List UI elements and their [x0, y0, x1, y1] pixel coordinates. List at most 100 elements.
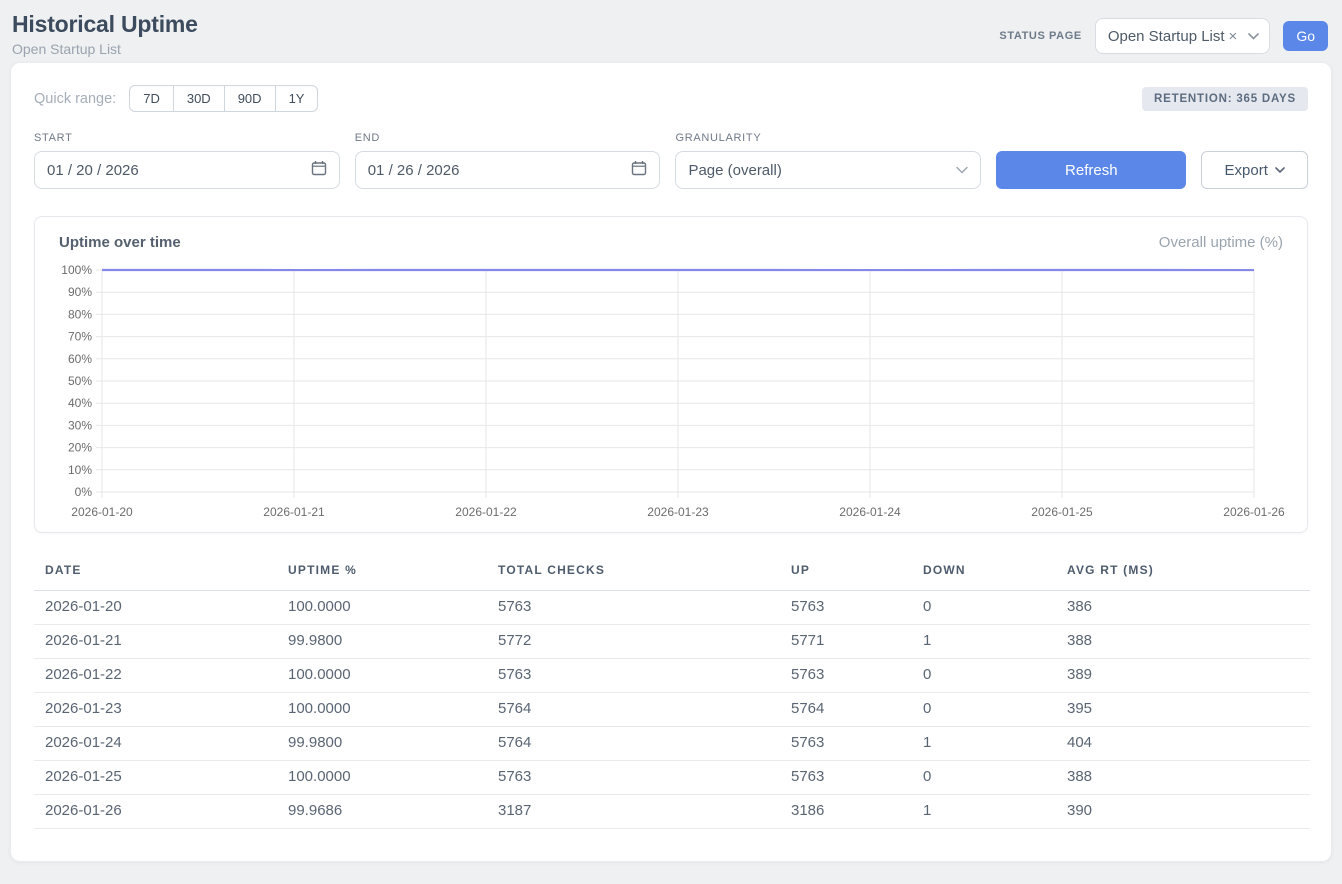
table-cell: 2026-01-24	[34, 727, 277, 761]
chevron-down-icon	[956, 166, 968, 174]
main-panel: Quick range: 7D 30D 90D 1Y RETENTION: 36…	[10, 62, 1332, 862]
table-cell: 5763	[487, 761, 780, 795]
svg-text:2026-01-26: 2026-01-26	[1223, 505, 1285, 519]
table-cell: 3186	[780, 795, 912, 829]
calendar-icon[interactable]	[311, 160, 327, 180]
table-row: 2026-01-20100.0000576357630386	[34, 591, 1310, 625]
table-row: 2026-01-2499.9800576457631404	[34, 727, 1310, 761]
table-row: 2026-01-25100.0000576357630388	[34, 761, 1310, 795]
column-header-avg-rt: AVG RT (MS)	[1056, 557, 1310, 591]
svg-text:2026-01-21: 2026-01-21	[263, 505, 325, 519]
svg-text:2026-01-20: 2026-01-20	[71, 505, 133, 519]
table-cell: 2026-01-22	[34, 659, 277, 693]
end-field: END 01 / 26 / 2026	[355, 132, 661, 189]
svg-text:90%: 90%	[68, 285, 92, 299]
chart-legend: Overall uptime (%)	[1159, 234, 1283, 251]
svg-text:0%: 0%	[75, 485, 93, 499]
end-date-value: 01 / 26 / 2026	[368, 162, 460, 179]
table-cell: 5764	[487, 727, 780, 761]
svg-text:40%: 40%	[68, 396, 92, 410]
go-button[interactable]: Go	[1283, 21, 1328, 51]
table-cell: 99.9686	[277, 795, 487, 829]
status-page-select[interactable]: Open Startup List ×	[1095, 18, 1271, 54]
granularity-label: GRANULARITY	[675, 132, 981, 144]
uptime-chart-card: Uptime over time Overall uptime (%) 0% 10…	[34, 216, 1308, 533]
svg-text:80%: 80%	[68, 307, 92, 321]
chevron-down-icon	[1275, 167, 1285, 174]
svg-text:100%: 100%	[61, 263, 92, 277]
start-date-value: 01 / 20 / 2026	[47, 162, 139, 179]
calendar-icon[interactable]	[631, 160, 647, 180]
retention-badge: RETENTION: 365 DAYS	[1142, 87, 1308, 111]
svg-text:10%: 10%	[68, 463, 92, 477]
table-cell: 2026-01-25	[34, 761, 277, 795]
granularity-value: Page (overall)	[688, 162, 781, 179]
table-cell: 0	[912, 693, 1056, 727]
column-header-down: DOWN	[912, 557, 1056, 591]
table-row: 2026-01-22100.0000576357630389	[34, 659, 1310, 693]
column-header-date: DATE	[34, 557, 277, 591]
table-cell: 1	[912, 727, 1056, 761]
table-cell: 99.9800	[277, 625, 487, 659]
status-page-select-value: Open Startup List	[1108, 28, 1225, 45]
table-cell: 389	[1056, 659, 1310, 693]
start-label: START	[34, 132, 340, 144]
export-button[interactable]: Export	[1201, 151, 1308, 189]
start-date-input[interactable]: 01 / 20 / 2026	[34, 151, 340, 189]
granularity-field: GRANULARITY Page (overall)	[675, 132, 981, 189]
page-subtitle: Open Startup List	[12, 41, 198, 57]
table-cell: 5763	[780, 591, 912, 625]
table-header: DATE UPTIME % TOTAL CHECKS UP DOWN AVG R…	[34, 557, 1310, 591]
quick-range-1y-button[interactable]: 1Y	[275, 85, 319, 112]
header-controls: STATUS PAGE Open Startup List × Go	[999, 18, 1328, 54]
export-button-label: Export	[1225, 162, 1268, 179]
table-cell: 2026-01-26	[34, 795, 277, 829]
refresh-button[interactable]: Refresh	[996, 151, 1186, 189]
table-cell: 5764	[487, 693, 780, 727]
clear-icon[interactable]: ×	[1229, 29, 1238, 44]
svg-text:50%: 50%	[68, 374, 92, 388]
svg-text:70%: 70%	[68, 330, 92, 344]
table-cell: 100.0000	[277, 761, 487, 795]
table-cell: 5764	[780, 693, 912, 727]
quick-range-label: Quick range:	[34, 91, 116, 107]
granularity-select[interactable]: Page (overall)	[675, 151, 981, 189]
svg-text:20%: 20%	[68, 441, 92, 455]
table-row: 2026-01-23100.0000576457640395	[34, 693, 1310, 727]
svg-text:2026-01-23: 2026-01-23	[647, 505, 709, 519]
table-cell: 404	[1056, 727, 1310, 761]
column-header-total-checks: TOTAL CHECKS	[487, 557, 780, 591]
table-cell: 2026-01-23	[34, 693, 277, 727]
column-header-uptime: UPTIME %	[277, 557, 487, 591]
table-cell: 388	[1056, 761, 1310, 795]
status-page-label: STATUS PAGE	[999, 30, 1081, 42]
table-cell: 2026-01-21	[34, 625, 277, 659]
uptime-chart: 0% 10% 20% 30% 40% 50% 60% 70% 80% 90% 100% 2026-01…	[59, 260, 1287, 520]
table-cell: 388	[1056, 625, 1310, 659]
svg-text:2026-01-25: 2026-01-25	[1031, 505, 1093, 519]
table-cell: 100.0000	[277, 591, 487, 625]
table-cell: 1	[912, 625, 1056, 659]
svg-text:30%: 30%	[68, 418, 92, 432]
table-cell: 0	[912, 659, 1056, 693]
table-cell: 5763	[780, 659, 912, 693]
svg-text:2026-01-22: 2026-01-22	[455, 505, 517, 519]
uptime-table-body: 2026-01-20100.00005763576303862026-01-21…	[34, 591, 1310, 829]
quick-range-group: 7D 30D 90D 1Y	[129, 85, 318, 112]
table-cell: 5763	[487, 591, 780, 625]
end-date-input[interactable]: 01 / 26 / 2026	[355, 151, 661, 189]
table-cell: 99.9800	[277, 727, 487, 761]
quick-range-30d-button[interactable]: 30D	[173, 85, 225, 112]
quick-range-row: Quick range: 7D 30D 90D 1Y RETENTION: 36…	[34, 85, 1308, 112]
table-cell: 2026-01-20	[34, 591, 277, 625]
filters-row: START 01 / 20 / 2026 END 01 / 26 / 2026 …	[34, 132, 1308, 189]
chart-header: Uptime over time Overall uptime (%)	[59, 234, 1283, 251]
table-cell: 0	[912, 591, 1056, 625]
table-cell: 5772	[487, 625, 780, 659]
quick-range-90d-button[interactable]: 90D	[224, 85, 276, 112]
table-cell: 1	[912, 795, 1056, 829]
table-cell: 395	[1056, 693, 1310, 727]
table-cell: 5771	[780, 625, 912, 659]
svg-text:60%: 60%	[68, 352, 92, 366]
quick-range-7d-button[interactable]: 7D	[129, 85, 174, 112]
